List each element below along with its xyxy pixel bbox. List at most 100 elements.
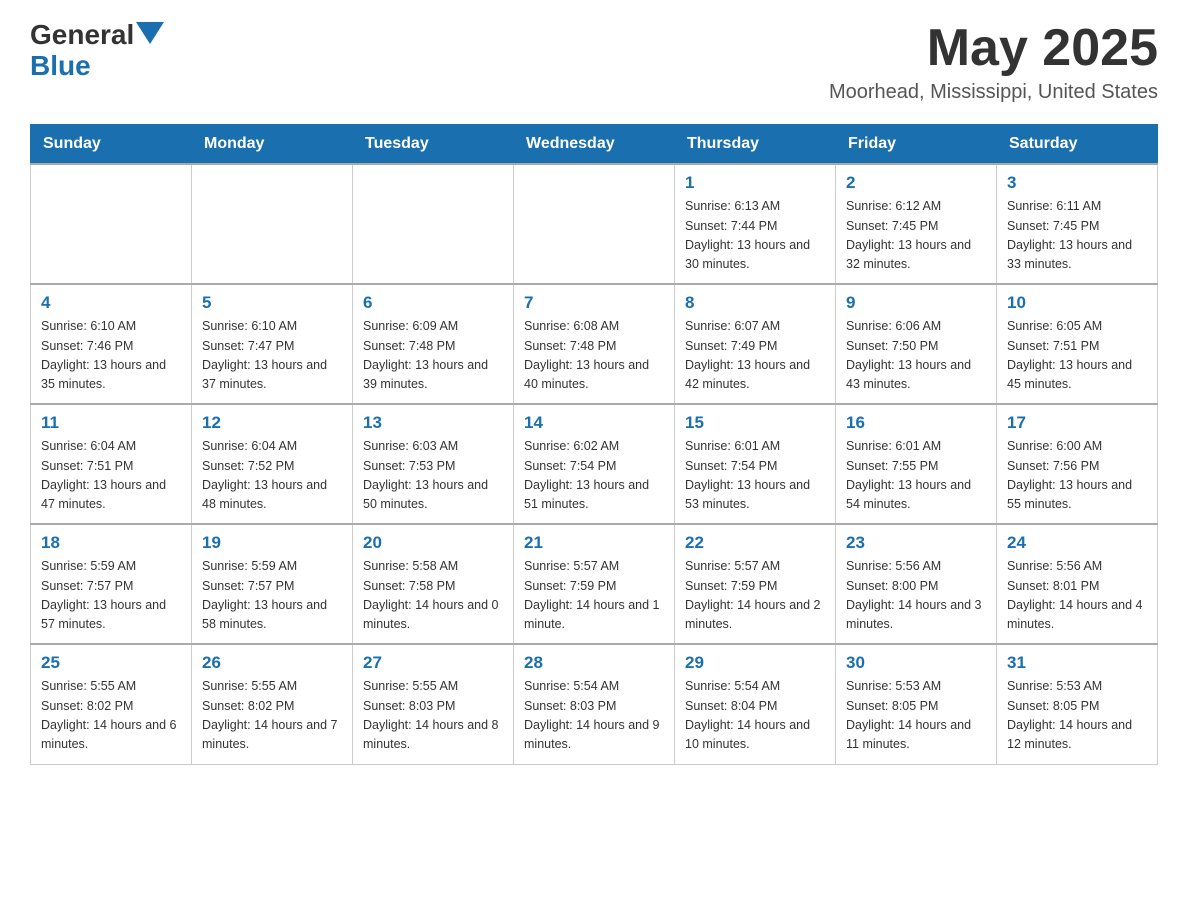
- calendar-cell: 27 Sunrise: 5:55 AM Sunset: 8:03 PM Dayli…: [353, 644, 514, 764]
- calendar-cell: 18 Sunrise: 5:59 AM Sunset: 7:57 PM Dayli…: [31, 524, 192, 644]
- calendar-cell: 20 Sunrise: 5:58 AM Sunset: 7:58 PM Dayli…: [353, 524, 514, 644]
- calendar-cell: 3 Sunrise: 6:11 AM Sunset: 7:45 PM Daylig…: [997, 164, 1158, 284]
- calendar-cell: 24 Sunrise: 5:56 AM Sunset: 8:01 PM Dayli…: [997, 524, 1158, 644]
- calendar-cell: 22Sunrise: 5:57 AM Sunset: 7:59 PM Dayli…: [675, 524, 836, 644]
- calendar-cell: 6 Sunrise: 6:09 AM Sunset: 7:48 PM Daylig…: [353, 284, 514, 404]
- calendar-cell: 31 Sunrise: 5:53 AM Sunset: 8:05 PM Dayli…: [997, 644, 1158, 764]
- location-subtitle: Moorhead, Mississippi, United States: [829, 81, 1158, 104]
- calendar-cell: 28 Sunrise: 5:54 AM Sunset: 8:03 PM Dayli…: [514, 644, 675, 764]
- day-info: Sunrise: 5:57 AM Sunset: 7:59 PM Dayligh…: [524, 557, 664, 635]
- calendar-cell: 30 Sunrise: 5:53 AM Sunset: 8:05 PM Dayli…: [836, 644, 997, 764]
- day-number: 24: [1007, 533, 1147, 553]
- day-info: Sunrise: 6:03 AM Sunset: 7:53 PM Dayligh…: [363, 437, 503, 515]
- day-info: Sunrise: 6:10 AM Sunset: 7:47 PM Dayligh…: [202, 317, 342, 395]
- day-info: Sunrise: 5:53 AM Sunset: 8:05 PM Dayligh…: [1007, 677, 1147, 755]
- day-number: 11: [41, 413, 181, 433]
- day-info: Sunrise: 5:56 AM Sunset: 8:00 PM Dayligh…: [846, 557, 986, 635]
- title-block: May 2025 Moorhead, Mississippi, United S…: [829, 20, 1158, 104]
- day-info: Sunrise: 6:02 AM Sunset: 7:54 PM Dayligh…: [524, 437, 664, 515]
- day-info: Sunrise: 5:55 AM Sunset: 8:03 PM Dayligh…: [363, 677, 503, 755]
- calendar-week-row: 11 Sunrise: 6:04 AM Sunset: 7:51 PM Dayli…: [31, 404, 1158, 524]
- calendar-header-saturday: Saturday: [997, 125, 1158, 165]
- month-year-title: May 2025: [829, 20, 1158, 77]
- day-info: Sunrise: 6:09 AM Sunset: 7:48 PM Dayligh…: [363, 317, 503, 395]
- calendar-cell: [31, 164, 192, 284]
- logo-triangle-icon: [136, 22, 164, 44]
- day-info: Sunrise: 6:11 AM Sunset: 7:45 PM Dayligh…: [1007, 197, 1147, 275]
- day-number: 13: [363, 413, 503, 433]
- calendar-cell: 29Sunrise: 5:54 AM Sunset: 8:04 PM Dayli…: [675, 644, 836, 764]
- day-number: 14: [524, 413, 664, 433]
- calendar-cell: 7Sunrise: 6:08 AM Sunset: 7:48 PM Daylig…: [514, 284, 675, 404]
- day-number: 20: [363, 533, 503, 553]
- calendar-table: SundayMondayTuesdayWednesdayThursdayFrid…: [30, 124, 1158, 765]
- calendar-header-friday: Friday: [836, 125, 997, 165]
- day-number: 27: [363, 653, 503, 673]
- day-number: 17: [1007, 413, 1147, 433]
- day-number: 8: [685, 293, 825, 313]
- calendar-header-row: SundayMondayTuesdayWednesdayThursdayFrid…: [31, 125, 1158, 165]
- day-number: 26: [202, 653, 342, 673]
- day-info: Sunrise: 5:55 AM Sunset: 8:02 PM Dayligh…: [41, 677, 181, 755]
- day-info: Sunrise: 6:05 AM Sunset: 7:51 PM Dayligh…: [1007, 317, 1147, 395]
- calendar-cell: 11 Sunrise: 6:04 AM Sunset: 7:51 PM Dayli…: [31, 404, 192, 524]
- day-number: 16: [846, 413, 986, 433]
- calendar-cell: 14 Sunrise: 6:02 AM Sunset: 7:54 PM Dayli…: [514, 404, 675, 524]
- calendar-cell: 13 Sunrise: 6:03 AM Sunset: 7:53 PM Dayli…: [353, 404, 514, 524]
- day-number: 31: [1007, 653, 1147, 673]
- day-info: Sunrise: 5:59 AM Sunset: 7:57 PM Dayligh…: [202, 557, 342, 635]
- day-number: 18: [41, 533, 181, 553]
- calendar-header-tuesday: Tuesday: [353, 125, 514, 165]
- day-info: Sunrise: 5:53 AM Sunset: 8:05 PM Dayligh…: [846, 677, 986, 755]
- day-number: 7: [524, 293, 664, 313]
- calendar-cell: 4 Sunrise: 6:10 AM Sunset: 7:46 PM Daylig…: [31, 284, 192, 404]
- day-number: 9: [846, 293, 986, 313]
- day-info: Sunrise: 5:55 AM Sunset: 8:02 PM Dayligh…: [202, 677, 342, 755]
- day-info: Sunrise: 6:10 AM Sunset: 7:46 PM Dayligh…: [41, 317, 181, 395]
- calendar-cell: 1Sunrise: 6:13 AM Sunset: 7:44 PM Daylig…: [675, 164, 836, 284]
- calendar-cell: 8Sunrise: 6:07 AM Sunset: 7:49 PM Daylig…: [675, 284, 836, 404]
- page-header: General Blue May 2025 Moorhead, Mississi…: [30, 20, 1158, 104]
- day-number: 29: [685, 653, 825, 673]
- calendar-cell: 9 Sunrise: 6:06 AM Sunset: 7:50 PM Daylig…: [836, 284, 997, 404]
- day-number: 19: [202, 533, 342, 553]
- day-info: Sunrise: 5:56 AM Sunset: 8:01 PM Dayligh…: [1007, 557, 1147, 635]
- calendar-week-row: 25 Sunrise: 5:55 AM Sunset: 8:02 PM Dayli…: [31, 644, 1158, 764]
- calendar-header-sunday: Sunday: [31, 125, 192, 165]
- day-info: Sunrise: 5:58 AM Sunset: 7:58 PM Dayligh…: [363, 557, 503, 635]
- day-info: Sunrise: 5:54 AM Sunset: 8:03 PM Dayligh…: [524, 677, 664, 755]
- day-info: Sunrise: 6:04 AM Sunset: 7:51 PM Dayligh…: [41, 437, 181, 515]
- day-number: 28: [524, 653, 664, 673]
- day-number: 3: [1007, 173, 1147, 193]
- calendar-cell: 10 Sunrise: 6:05 AM Sunset: 7:51 PM Dayli…: [997, 284, 1158, 404]
- calendar-cell: [353, 164, 514, 284]
- day-info: Sunrise: 6:04 AM Sunset: 7:52 PM Dayligh…: [202, 437, 342, 515]
- day-number: 4: [41, 293, 181, 313]
- day-number: 2: [846, 173, 986, 193]
- day-info: Sunrise: 6:06 AM Sunset: 7:50 PM Dayligh…: [846, 317, 986, 395]
- calendar-header-monday: Monday: [192, 125, 353, 165]
- calendar-cell: 5Sunrise: 6:10 AM Sunset: 7:47 PM Daylig…: [192, 284, 353, 404]
- logo-blue-text: Blue: [30, 51, 164, 82]
- calendar-cell: 12 Sunrise: 6:04 AM Sunset: 7:52 PM Dayli…: [192, 404, 353, 524]
- day-number: 25: [41, 653, 181, 673]
- day-number: 6: [363, 293, 503, 313]
- day-info: Sunrise: 6:12 AM Sunset: 7:45 PM Dayligh…: [846, 197, 986, 275]
- calendar-cell: [192, 164, 353, 284]
- day-number: 21: [524, 533, 664, 553]
- calendar-cell: 23 Sunrise: 5:56 AM Sunset: 8:00 PM Dayli…: [836, 524, 997, 644]
- day-info: Sunrise: 5:59 AM Sunset: 7:57 PM Dayligh…: [41, 557, 181, 635]
- day-number: 15: [685, 413, 825, 433]
- calendar-cell: 17 Sunrise: 6:00 AM Sunset: 7:56 PM Dayli…: [997, 404, 1158, 524]
- calendar-cell: 2 Sunrise: 6:12 AM Sunset: 7:45 PM Daylig…: [836, 164, 997, 284]
- calendar-header-wednesday: Wednesday: [514, 125, 675, 165]
- day-number: 23: [846, 533, 986, 553]
- day-info: Sunrise: 6:00 AM Sunset: 7:56 PM Dayligh…: [1007, 437, 1147, 515]
- day-number: 30: [846, 653, 986, 673]
- calendar-header-thursday: Thursday: [675, 125, 836, 165]
- calendar-week-row: 1Sunrise: 6:13 AM Sunset: 7:44 PM Daylig…: [31, 164, 1158, 284]
- calendar-cell: 21 Sunrise: 5:57 AM Sunset: 7:59 PM Dayli…: [514, 524, 675, 644]
- day-number: 1: [685, 173, 825, 193]
- day-number: 10: [1007, 293, 1147, 313]
- day-number: 12: [202, 413, 342, 433]
